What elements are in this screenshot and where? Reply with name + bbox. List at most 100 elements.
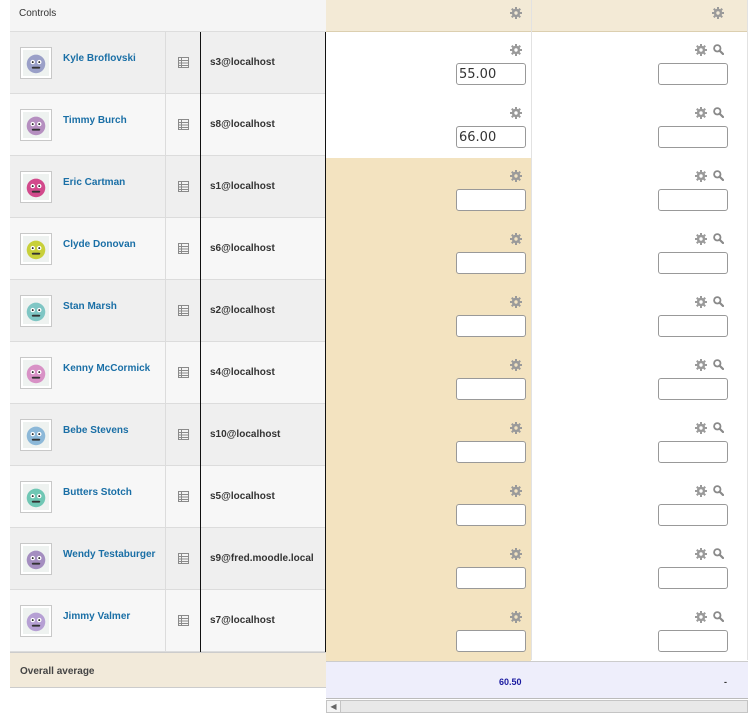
gear-icon[interactable] — [695, 359, 707, 371]
grade-input[interactable] — [658, 567, 728, 589]
user-name-link[interactable]: Bebe Stevens — [63, 425, 129, 436]
gear-icon[interactable] — [510, 422, 522, 434]
avatar[interactable] — [20, 109, 52, 141]
avatar[interactable] — [20, 171, 52, 203]
grade-row — [326, 347, 748, 410]
magnifier-icon[interactable] — [713, 170, 724, 181]
grade-input[interactable] — [456, 441, 526, 463]
grade-cell — [532, 536, 748, 599]
grade-input[interactable] — [456, 378, 526, 400]
gear-icon[interactable] — [510, 44, 522, 56]
grade-cell — [532, 158, 748, 221]
magnifier-icon[interactable] — [713, 422, 724, 433]
horizontal-scrollbar[interactable]: ◀ — [326, 700, 748, 713]
gear-icon[interactable] — [510, 107, 522, 119]
grade-input[interactable] — [456, 315, 526, 337]
magnifier-icon[interactable] — [713, 548, 724, 559]
magnifier-icon[interactable] — [713, 611, 724, 622]
magnifier-icon[interactable] — [713, 44, 724, 55]
user-name-cell: Jimmy Valmer — [10, 590, 166, 652]
grade-input[interactable] — [658, 441, 728, 463]
grade-input[interactable] — [658, 315, 728, 337]
magnifier-icon[interactable] — [713, 359, 724, 370]
user-report-cell[interactable] — [166, 94, 201, 156]
user-name-cell: Kyle Broflovski — [10, 32, 166, 94]
grade-input[interactable] — [658, 189, 728, 211]
gear-icon[interactable] — [510, 611, 522, 623]
user-name-link[interactable]: Timmy Burch — [63, 115, 127, 126]
magnifier-icon[interactable] — [713, 233, 724, 244]
user-report-cell[interactable] — [166, 466, 201, 528]
grade-input[interactable] — [658, 378, 728, 400]
user-name-link[interactable]: Butters Stotch — [63, 487, 132, 498]
grade-input[interactable] — [658, 630, 728, 652]
grade-input[interactable] — [456, 567, 526, 589]
gear-icon[interactable] — [510, 485, 522, 497]
gear-icon[interactable] — [695, 422, 707, 434]
gear-icon[interactable] — [695, 296, 707, 308]
user-name-link[interactable]: Eric Cartman — [63, 177, 125, 188]
user-report-cell[interactable] — [166, 590, 201, 652]
avatar[interactable] — [20, 295, 52, 327]
magnifier-icon[interactable] — [713, 296, 724, 307]
grade-input[interactable] — [456, 189, 526, 211]
avatar[interactable] — [20, 481, 52, 513]
column-header-row — [326, 0, 748, 32]
grade-row — [326, 410, 748, 473]
grade-input[interactable] — [456, 630, 526, 652]
user-report-cell[interactable] — [166, 342, 201, 404]
gear-icon[interactable] — [695, 485, 707, 497]
gear-icon[interactable] — [695, 611, 707, 623]
gear-icon[interactable] — [510, 296, 522, 308]
grade-input[interactable] — [658, 63, 728, 85]
grade-input[interactable] — [658, 126, 728, 148]
avatar[interactable] — [20, 605, 52, 637]
user-email-cell: s10@localhost — [201, 404, 326, 466]
gear-icon[interactable] — [510, 170, 522, 182]
avatar[interactable] — [20, 233, 52, 265]
gear-icon[interactable] — [695, 233, 707, 245]
user-email: s1@localhost — [210, 181, 275, 192]
avatar[interactable] — [20, 543, 52, 575]
avatar[interactable] — [20, 419, 52, 451]
gear-icon[interactable] — [695, 170, 707, 182]
magnifier-icon[interactable] — [713, 107, 724, 118]
avatar[interactable] — [20, 47, 52, 79]
gear-icon[interactable] — [510, 233, 522, 245]
user-report-cell[interactable] — [166, 156, 201, 218]
grade-input[interactable] — [456, 126, 526, 148]
user-email-cell: s5@localhost — [201, 466, 326, 528]
grade-input[interactable] — [658, 504, 728, 526]
gear-icon[interactable] — [510, 359, 522, 371]
user-name-link[interactable]: Wendy Testaburger — [63, 549, 155, 560]
user-name-link[interactable]: Clyde Donovan — [63, 239, 136, 250]
magnifier-icon[interactable] — [713, 485, 724, 496]
grade-input[interactable] — [456, 252, 526, 274]
arrow-left-icon[interactable]: ◀ — [327, 701, 341, 712]
gear-icon[interactable] — [695, 107, 707, 119]
user-name-link[interactable]: Stan Marsh — [63, 301, 117, 312]
grade-cell — [326, 473, 531, 536]
gear-icon[interactable] — [695, 44, 707, 56]
gear-icon[interactable] — [712, 7, 724, 19]
grade-input[interactable] — [658, 252, 728, 274]
gear-icon[interactable] — [695, 548, 707, 560]
gear-icon[interactable] — [510, 7, 522, 19]
grade-input[interactable] — [456, 63, 526, 85]
user-name-link[interactable]: Jimmy Valmer — [63, 611, 130, 622]
user-name-cell: Kenny McCormick — [10, 342, 166, 404]
user-email-cell: s9@fred.moodle.local — [201, 528, 326, 590]
user-email: s7@localhost — [210, 615, 275, 626]
grade-input[interactable] — [456, 504, 526, 526]
user-report-cell[interactable] — [166, 528, 201, 590]
user-name-link[interactable]: Kenny McCormick — [63, 363, 150, 374]
column-divider — [531, 0, 532, 660]
user-report-cell[interactable] — [166, 32, 201, 94]
user-report-cell[interactable] — [166, 404, 201, 466]
user-report-cell[interactable] — [166, 218, 201, 280]
user-report-cell[interactable] — [166, 280, 201, 342]
avatar[interactable] — [20, 357, 52, 389]
user-name-link[interactable]: Kyle Broflovski — [63, 53, 136, 64]
grade-cell — [326, 536, 531, 599]
gear-icon[interactable] — [510, 548, 522, 560]
